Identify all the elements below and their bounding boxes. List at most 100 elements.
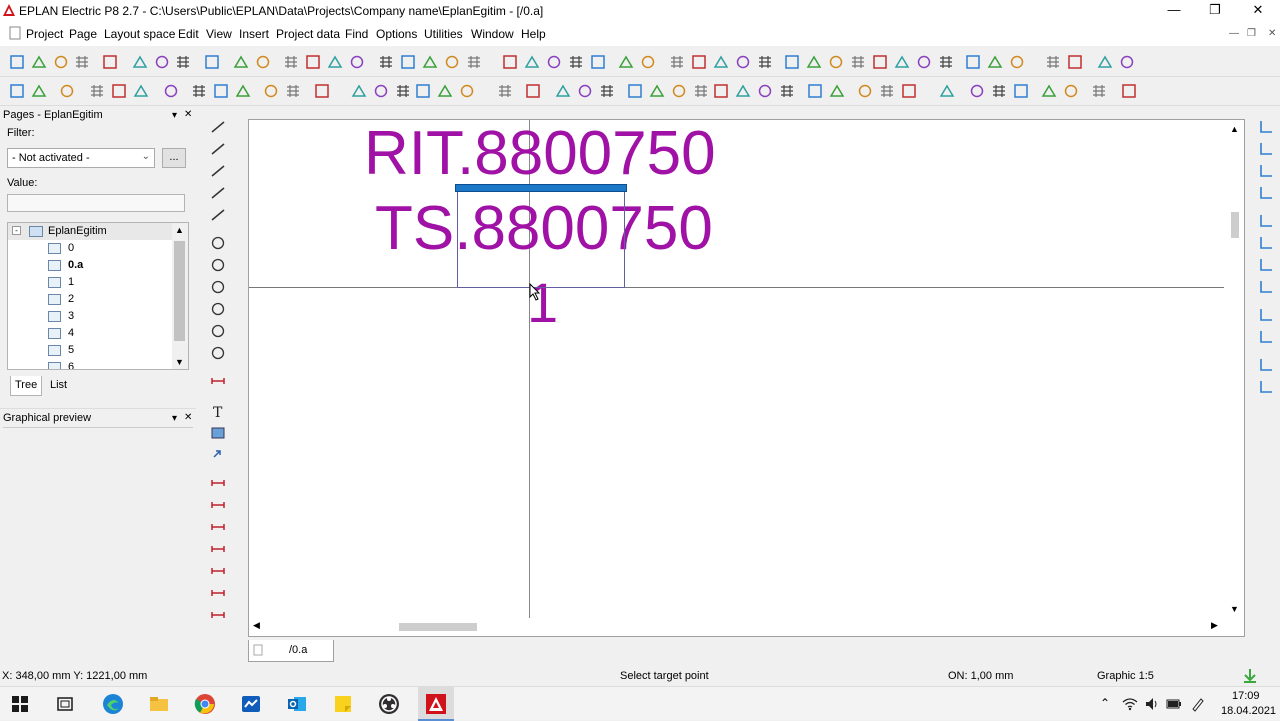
standard-tool-icon[interactable] [669,54,685,70]
line-icon[interactable] [210,119,226,135]
connection-symbol-icon[interactable] [1258,213,1274,229]
file-explorer-icon[interactable] [147,692,171,716]
standard-tool-icon[interactable] [894,54,910,70]
standard-tool-icon[interactable] [1067,54,1083,70]
edit-tool-icon[interactable] [163,83,179,99]
eplan-taskbar-button[interactable] [418,687,454,721]
dimension-radius-icon[interactable] [210,607,226,623]
edit-tool-icon[interactable] [213,83,229,99]
edit-tool-icon[interactable] [1121,83,1137,99]
edit-tool-icon[interactable] [31,83,47,99]
standard-tool-icon[interactable] [255,54,271,70]
tree-root[interactable]: - EplanEgitim [8,223,172,240]
edit-tool-icon[interactable] [9,83,25,99]
obs-icon[interactable] [377,692,401,716]
canvas-horizontal-scrollbar[interactable]: ◀ ▶ [249,618,1227,636]
standard-tool-icon[interactable] [102,54,118,70]
clock-time[interactable]: 17:09 [1232,690,1260,702]
show-hidden-icons-icon[interactable]: ⌃ [1100,696,1110,710]
standard-tool-icon[interactable] [53,54,69,70]
standard-tool-icon[interactable] [1009,54,1025,70]
tab-list[interactable]: List [46,376,71,396]
edit-tool-icon[interactable] [285,83,301,99]
circle-icon[interactable] [210,235,226,251]
standard-tool-icon[interactable] [283,54,299,70]
tree-page-item[interactable]: 4 [8,325,172,342]
dimension-angle-icon[interactable] [210,497,226,513]
edge-icon[interactable] [101,692,125,716]
standard-tool-icon[interactable] [444,54,460,70]
menu-help[interactable]: Help [521,27,546,41]
standard-tool-icon[interactable] [9,54,25,70]
standard-tool-icon[interactable] [1119,54,1135,70]
standard-tool-icon[interactable] [546,54,562,70]
standard-tool-icon[interactable] [916,54,932,70]
tree-page-item[interactable]: 2 [8,291,172,308]
connection-symbol-icon[interactable] [1258,235,1274,251]
edit-tool-icon[interactable] [671,83,687,99]
preview-panel-pin-icon[interactable]: ▾ [172,413,177,424]
standard-tool-icon[interactable] [1097,54,1113,70]
edit-tool-icon[interactable] [713,83,729,99]
standard-tool-icon[interactable] [850,54,866,70]
canvas-hscroll-thumb[interactable] [399,623,477,631]
circle-arc-icon[interactable] [210,257,226,273]
menu-edit[interactable]: Edit [178,27,199,41]
page-tab[interactable]: /0.a [248,640,334,662]
ellipse-icon[interactable] [210,345,226,361]
close-button[interactable]: ✕ [1236,0,1280,22]
standard-tool-icon[interactable] [806,54,822,70]
edit-tool-icon[interactable] [89,83,105,99]
edit-tool-icon[interactable] [901,83,917,99]
standard-tool-icon[interactable] [204,54,220,70]
dimension-angular-icon[interactable] [210,585,226,601]
standard-tool-icon[interactable] [422,54,438,70]
whiteboard-icon[interactable] [239,692,263,716]
pages-panel-pin-icon[interactable]: ▾ [172,110,177,121]
edit-tool-icon[interactable] [373,83,389,99]
cad-text-rit[interactable]: RIT.8800750 [364,118,716,189]
menu-page[interactable]: Page [69,27,97,41]
clock-date[interactable]: 18.04.2021 [1221,705,1276,717]
tree-page-item[interactable]: 6 [8,359,172,369]
edit-tool-icon[interactable] [351,83,367,99]
edit-tool-icon[interactable] [969,83,985,99]
standard-tool-icon[interactable] [74,54,90,70]
rectangle-icon[interactable] [210,185,226,201]
canvas-vscroll-thumb[interactable] [1231,212,1239,238]
standard-tool-icon[interactable] [233,54,249,70]
edit-tool-icon[interactable] [1063,83,1079,99]
value-input[interactable] [7,194,185,212]
edit-tool-icon[interactable] [555,83,571,99]
standard-tool-icon[interactable] [154,54,170,70]
standard-tool-icon[interactable] [735,54,751,70]
standard-tool-icon[interactable] [1045,54,1061,70]
filter-select[interactable]: - Not activated - ⌄ [7,148,155,168]
tree-page-item[interactable]: 0 [8,240,172,257]
edit-tool-icon[interactable] [437,83,453,99]
edit-tool-icon[interactable] [133,83,149,99]
rect-rounded-icon[interactable] [210,207,226,223]
mdi-restore-button[interactable]: ❐ [1247,28,1256,39]
connection-symbol-icon[interactable] [1258,119,1274,135]
edit-tool-icon[interactable] [191,83,207,99]
battery-icon[interactable] [1166,698,1182,710]
spline-icon[interactable] [210,373,226,389]
edit-tool-icon[interactable] [525,83,541,99]
edit-tool-icon[interactable] [991,83,1007,99]
start-icon[interactable] [8,692,32,716]
drawing-canvas[interactable]: RIT.8800750 TS.8800750 1 ▲ ▼ ◀ ▶ [248,119,1245,637]
connection-symbol-icon[interactable] [1258,163,1274,179]
standard-tool-icon[interactable] [466,54,482,70]
tree-page-item[interactable]: 5 [8,342,172,359]
connection-symbol-icon[interactable] [1258,357,1274,373]
edit-tool-icon[interactable] [599,83,615,99]
dimension-linear-icon[interactable] [210,519,226,535]
edit-tool-icon[interactable] [59,83,75,99]
connection-symbol-icon[interactable] [1258,307,1274,323]
menu-layout-space[interactable]: Layout space [104,27,175,41]
menu-utilities[interactable]: Utilities [424,27,463,41]
edit-tool-icon[interactable] [693,83,709,99]
canvas-vertical-scrollbar[interactable]: ▲ ▼ [1226,120,1244,618]
pen-icon[interactable] [1190,696,1206,712]
